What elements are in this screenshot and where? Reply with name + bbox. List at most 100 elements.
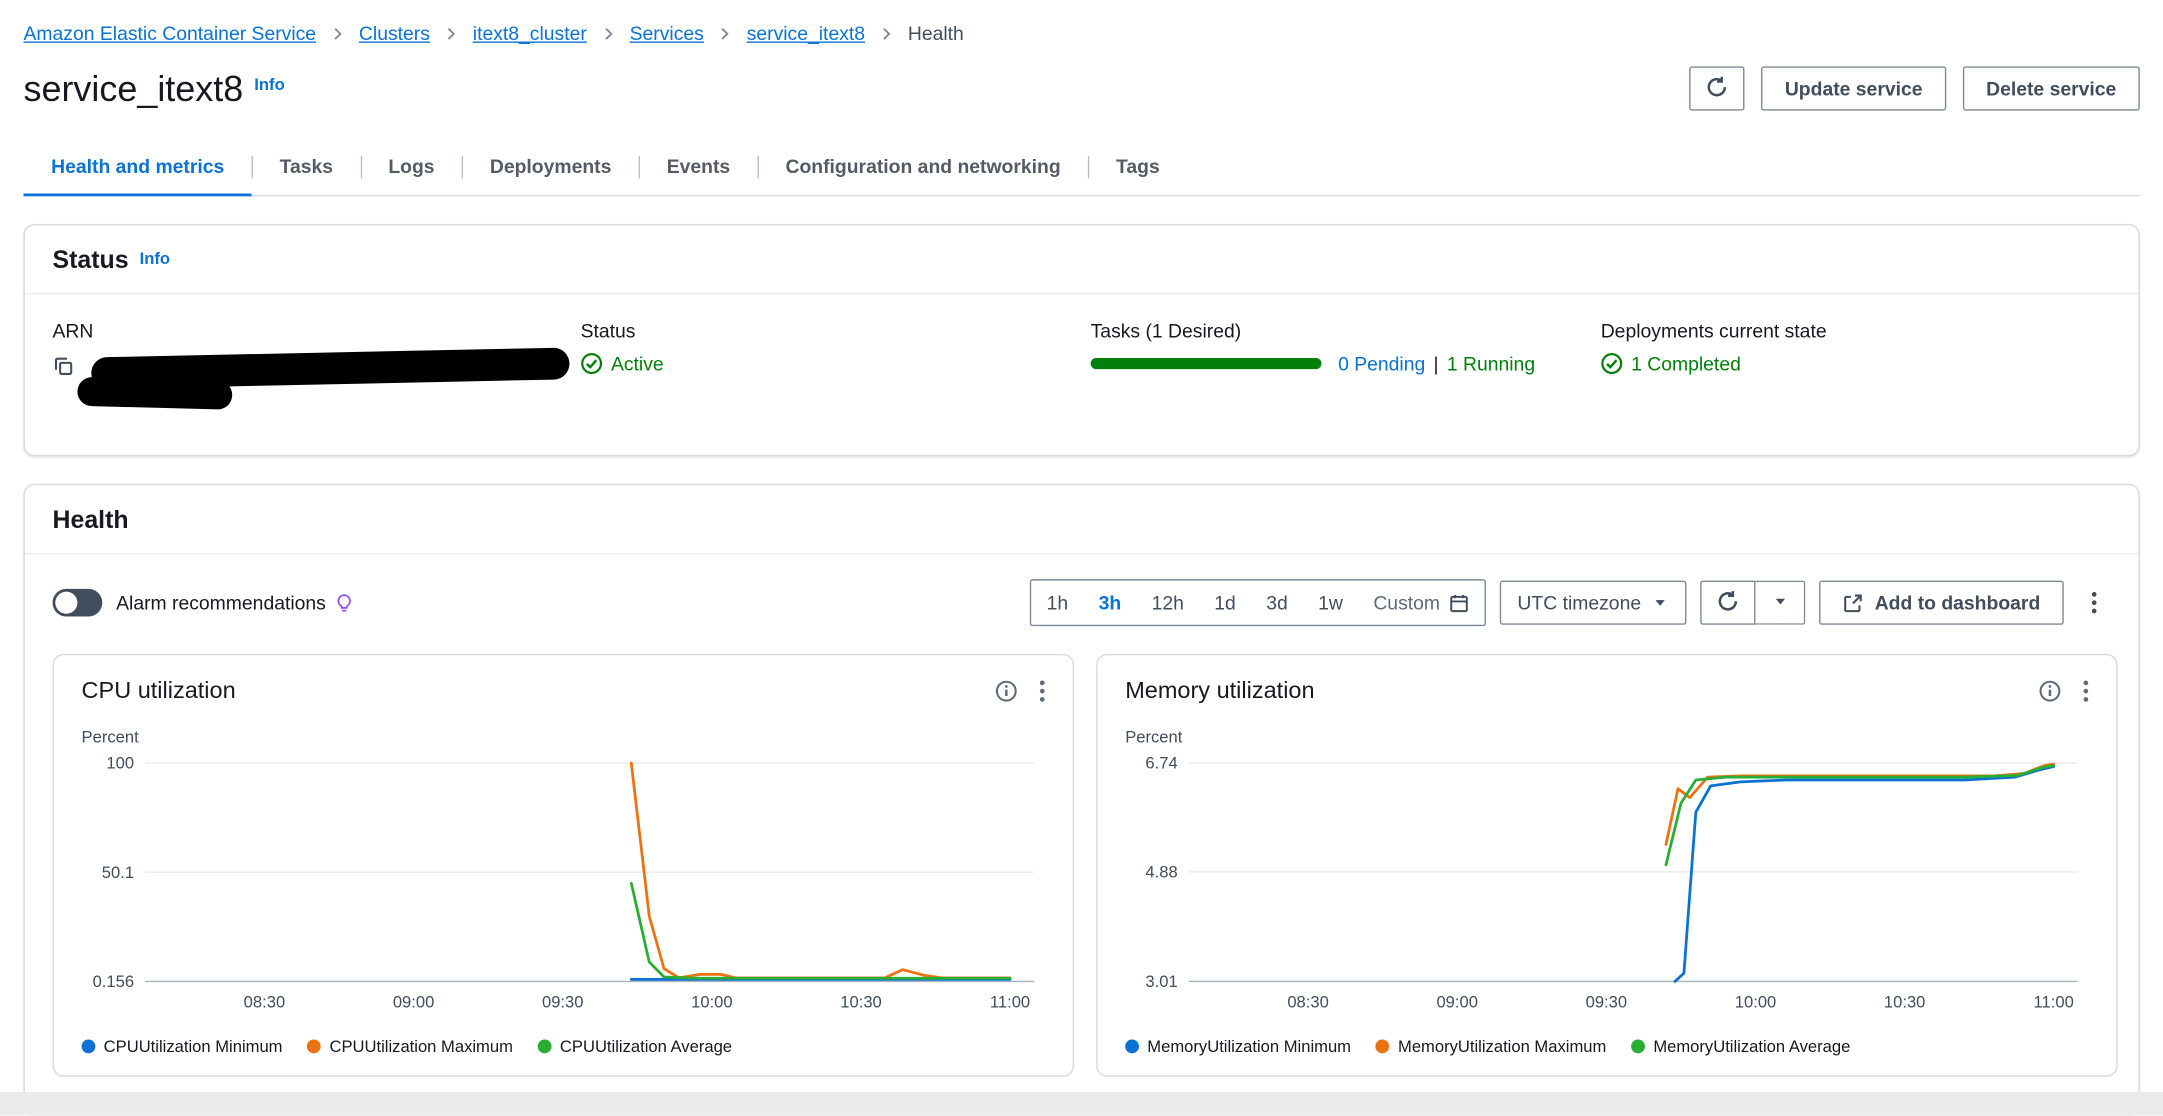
time-range-3d[interactable]: 3d xyxy=(1251,592,1303,614)
chart-menu-kebab-icon[interactable] xyxy=(2083,680,2089,702)
legend-item-memory-minimum[interactable]: MemoryUtilization Minimum xyxy=(1125,1037,1351,1056)
svg-text:4.88: 4.88 xyxy=(1145,862,1177,881)
status-panel: Status Info ARN Status Active xyxy=(23,224,2139,456)
legend-dot xyxy=(82,1039,96,1053)
time-range-3h[interactable]: 3h xyxy=(1083,592,1136,614)
charts-row: CPU utilization Percent 10050.10.15608:3… xyxy=(53,654,2111,1077)
new-feature-bulb-icon xyxy=(334,592,353,613)
info-icon[interactable] xyxy=(995,680,1017,702)
status-value: Active xyxy=(611,352,664,374)
cpu-chart-plot[interactable]: 10050.10.15608:3009:0009:3010:0010:3011:… xyxy=(82,752,1045,1023)
tab-deployments[interactable]: Deployments xyxy=(462,138,639,195)
legend-label: MemoryUtilization Maximum xyxy=(1398,1037,1606,1056)
toggle-knob xyxy=(55,592,77,614)
svg-text:10:00: 10:00 xyxy=(691,993,733,1012)
status-panel-title: Status xyxy=(53,246,129,275)
svg-text:10:30: 10:30 xyxy=(840,993,882,1012)
tab-events[interactable]: Events xyxy=(639,138,758,195)
health-panel-body: Alarm recommendations 1h 3h 12h 1d 3d 1w… xyxy=(25,554,2139,1112)
legend-item-cpu-maximum[interactable]: CPUUtilization Maximum xyxy=(307,1037,513,1056)
svg-text:11:00: 11:00 xyxy=(2034,993,2074,1012)
tasks-separator: | xyxy=(1434,352,1439,374)
time-range-1d[interactable]: 1d xyxy=(1199,592,1251,614)
alarm-recommendations-label: Alarm recommendations xyxy=(116,592,326,614)
deployments-label: Deployments current state xyxy=(1601,319,2111,341)
status-info-link[interactable]: Info xyxy=(140,249,170,268)
svg-text:100: 100 xyxy=(106,754,134,773)
timezone-dropdown[interactable]: UTC timezone xyxy=(1499,581,1686,625)
time-range-1h[interactable]: 1h xyxy=(1031,592,1083,614)
time-range-12h[interactable]: 12h xyxy=(1136,592,1199,614)
svg-text:08:30: 08:30 xyxy=(1287,993,1329,1012)
caret-down-icon xyxy=(1772,592,1789,614)
legend-item-memory-maximum[interactable]: MemoryUtilization Maximum xyxy=(1376,1037,1606,1056)
svg-text:10:00: 10:00 xyxy=(1735,993,1777,1012)
kebab-menu-icon xyxy=(2091,592,2097,614)
breadcrumb-link-services[interactable]: Services xyxy=(630,22,704,44)
refresh-options-button[interactable] xyxy=(1756,581,1806,625)
tab-health-and-metrics[interactable]: Health and metrics xyxy=(23,138,251,195)
arn-label: ARN xyxy=(53,319,581,341)
info-icon[interactable] xyxy=(2039,680,2061,702)
tasks-label: Tasks (1 Desired) xyxy=(1091,319,1601,341)
copy-arn-button[interactable] xyxy=(53,355,75,377)
chevron-right-icon xyxy=(330,26,345,41)
page-title: service_itext8 xyxy=(23,67,243,110)
chevron-right-icon xyxy=(444,26,459,41)
update-service-button[interactable]: Update service xyxy=(1761,66,1946,110)
tasks-field: Tasks (1 Desired) 0 Pending | 1 Running xyxy=(1091,319,1601,413)
custom-range-label: Custom xyxy=(1373,592,1440,614)
breadcrumb-link-ecs[interactable]: Amazon Elastic Container Service xyxy=(23,22,316,44)
health-panel-header: Health xyxy=(25,485,2139,554)
chevron-right-icon xyxy=(879,26,894,41)
svg-text:50.1: 50.1 xyxy=(102,863,134,882)
legend-label: CPUUtilization Average xyxy=(560,1037,732,1056)
calendar-icon xyxy=(1448,592,1469,613)
status-panel-body: ARN Status Active Tasks (1 Desired) xyxy=(25,294,2139,454)
tab-tags[interactable]: Tags xyxy=(1088,138,1187,195)
svg-text:08:30: 08:30 xyxy=(244,993,286,1012)
add-to-dashboard-button[interactable]: Add to dashboard xyxy=(1819,581,2063,625)
delete-service-button[interactable]: Delete service xyxy=(1963,66,2140,110)
legend-label: MemoryUtilization Minimum xyxy=(1147,1037,1351,1056)
refresh-button[interactable] xyxy=(1689,66,1744,110)
status-panel-header: Status Info xyxy=(25,225,2139,294)
refresh-metrics-button[interactable] xyxy=(1701,581,1756,625)
breadcrumb-current: Health xyxy=(908,22,964,44)
memory-utilization-chart-card: Memory utilization Percent 6.744.883.010… xyxy=(1096,654,2118,1077)
cpu-y-axis-label: Percent xyxy=(82,727,1045,746)
status-field: Status Active xyxy=(581,319,1091,413)
breadcrumb-link-cluster-name[interactable]: itext8_cluster xyxy=(473,22,587,44)
svg-text:09:30: 09:30 xyxy=(542,993,584,1012)
status-label: Status xyxy=(581,319,1091,341)
header-actions: Update service Delete service xyxy=(1689,66,2139,110)
legend-dot xyxy=(1631,1039,1645,1053)
page-footer-strip xyxy=(0,1092,2163,1115)
svg-text:6.74: 6.74 xyxy=(1145,754,1177,773)
legend-item-cpu-average[interactable]: CPUUtilization Average xyxy=(538,1037,732,1056)
memory-chart-plot[interactable]: 6.744.883.0108:3009:0009:3010:0010:3011:… xyxy=(1125,752,2088,1023)
legend-label: MemoryUtilization Average xyxy=(1653,1037,1850,1056)
legend-item-cpu-minimum[interactable]: CPUUtilization Minimum xyxy=(82,1037,283,1056)
tab-tasks[interactable]: Tasks xyxy=(252,138,361,195)
page-header: service_itext8 Info Update service Delet… xyxy=(0,66,2163,110)
breadcrumb-link-service-name[interactable]: service_itext8 xyxy=(747,22,865,44)
ecs-service-page: Amazon Elastic Container Service Cluster… xyxy=(0,0,2163,1116)
health-menu-button[interactable] xyxy=(2078,581,2111,625)
tab-configuration-and-networking[interactable]: Configuration and networking xyxy=(758,138,1089,195)
legend-label: CPUUtilization Minimum xyxy=(104,1037,283,1056)
alarm-recommendations-toggle[interactable] xyxy=(53,589,103,617)
breadcrumb-link-clusters[interactable]: Clusters xyxy=(359,22,430,44)
tab-logs[interactable]: Logs xyxy=(361,138,463,195)
legend-item-memory-average[interactable]: MemoryUtilization Average xyxy=(1631,1037,1850,1056)
refresh-split-button xyxy=(1701,581,1806,625)
chart-menu-kebab-icon[interactable] xyxy=(1039,680,1045,702)
time-range-1w[interactable]: 1w xyxy=(1303,592,1358,614)
legend-label: CPUUtilization Maximum xyxy=(329,1037,512,1056)
status-success-icon xyxy=(581,352,603,374)
memory-chart-title: Memory utilization xyxy=(1125,677,1314,705)
memory-chart-legend: MemoryUtilization Minimum MemoryUtilizat… xyxy=(1125,1037,2088,1056)
page-info-link[interactable]: Info xyxy=(254,75,284,94)
external-link-icon xyxy=(1843,592,1864,613)
time-range-custom[interactable]: Custom xyxy=(1358,592,1484,614)
